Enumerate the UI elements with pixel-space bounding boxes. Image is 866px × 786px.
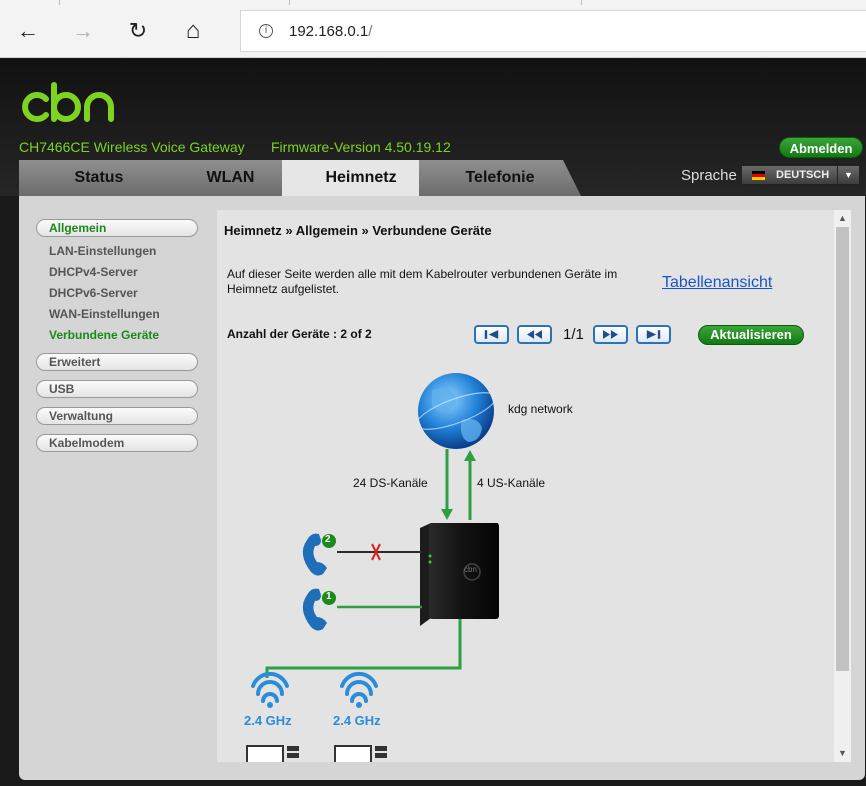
downstream-arrow: [441, 509, 453, 520]
tab-strip: [0, 0, 866, 5]
phone-1-number: 1: [326, 591, 332, 602]
wifi-2-dot: [356, 702, 362, 708]
forward-icon[interactable]: →: [65, 14, 101, 48]
router-header: CH7466CE Wireless Voice Gateway Firmware…: [0, 59, 866, 196]
upstream-arrow: [464, 450, 476, 461]
sidebar-item-wan-einstellungen[interactable]: WAN-Einstellungen: [36, 304, 198, 325]
internet-globe-icon[interactable]: [412, 373, 499, 449]
tab-label: WLAN: [206, 169, 255, 186]
router-device-icon[interactable]: [420, 523, 499, 626]
german-flag-icon: [752, 170, 765, 180]
main-panel: Allgemein LAN-Einstellungen DHCPv4-Serve…: [19, 196, 865, 780]
sidebar-section-kabelmodem[interactable]: Kabelmodem: [36, 434, 198, 452]
content-scrollbar[interactable]: ▲ ▼: [834, 210, 851, 762]
tab-label: Telefonie: [465, 169, 535, 186]
browser-tab[interactable]: [60, 0, 290, 5]
network-label: kdg network: [508, 402, 573, 416]
tab-label: Status: [74, 169, 124, 186]
sidebar-menu: Allgemein LAN-Einstellungen DHCPv4-Serve…: [36, 219, 198, 461]
sidebar-section-allgemein[interactable]: Allgemein: [36, 219, 198, 237]
content-area: Heimnetz » Allgemein » Verbundene Geräte…: [217, 210, 851, 762]
info-icon[interactable]: i: [259, 24, 273, 38]
downstream-channels-label: 24 DS-Kanäle: [353, 476, 428, 490]
scroll-thumb[interactable]: [836, 227, 849, 671]
browser-chrome: ← → ↻ ⌂ i 192.168.0.1/: [0, 0, 866, 58]
sidebar-item-dhcpv4-server[interactable]: DHCPv4-Server: [36, 262, 198, 283]
url-host: 192.168.0.1: [289, 22, 369, 40]
firmware-version: Firmware-Version 4.50.19.12: [271, 139, 451, 155]
language-value: DEUTSCH: [776, 169, 830, 181]
model-name: CH7466CE Wireless Voice Gateway: [19, 139, 245, 155]
cbn-logo: [22, 82, 114, 122]
chevron-down-icon[interactable]: ▼: [837, 166, 859, 184]
scroll-up-icon[interactable]: ▲: [834, 210, 851, 227]
sidebar-section-verwaltung[interactable]: Verwaltung: [36, 407, 198, 425]
language-select[interactable]: DEUTSCH ▼: [741, 165, 860, 185]
wifi-1-dot: [267, 702, 273, 708]
reload-icon[interactable]: ↻: [120, 14, 156, 48]
tab-status[interactable]: Status: [19, 160, 179, 196]
url-text[interactable]: 192.168.0.1/: [289, 23, 372, 40]
upstream-channels-label: 4 US-Kanäle: [477, 476, 546, 490]
router-logo: cbn: [464, 565, 477, 574]
back-icon[interactable]: ←: [10, 14, 46, 48]
home-icon[interactable]: ⌂: [175, 14, 211, 48]
url-path: /: [368, 22, 373, 40]
logout-button[interactable]: Abmelden: [779, 137, 863, 158]
sidebar-item-lan-einstellungen[interactable]: LAN-Einstellungen: [36, 241, 198, 262]
wifi-2-label: 2.4 GHz: [333, 713, 381, 728]
sidebar-submenu: LAN-Einstellungen DHCPv4-Server DHCPv6-S…: [36, 241, 198, 346]
wifi-1-icon[interactable]: [251, 671, 289, 703]
scroll-down-icon[interactable]: ▼: [834, 745, 851, 762]
tab-telefonie[interactable]: Telefonie: [419, 160, 581, 196]
tab-heimnetz[interactable]: Heimnetz: [282, 160, 440, 196]
tab-label: Heimnetz: [325, 169, 397, 186]
sidebar-item-dhcpv6-server[interactable]: DHCPv6-Server: [36, 283, 198, 304]
sidebar-item-verbundene-geraete[interactable]: Verbundene Geräte: [36, 325, 198, 346]
client-device-2-icon[interactable]: [334, 745, 387, 762]
client-device-1-icon[interactable]: [246, 745, 299, 762]
browser-tab[interactable]: [0, 0, 60, 5]
lan-bus-line: [265, 619, 462, 678]
sidebar-section-usb[interactable]: USB: [36, 380, 198, 398]
browser-tab[interactable]: [290, 0, 582, 5]
phone-2-number: 2: [325, 534, 331, 545]
language-label: Sprache: [681, 167, 737, 184]
address-bar[interactable]: i 192.168.0.1/: [240, 10, 866, 52]
wifi-1-label: 2.4 GHz: [244, 713, 292, 728]
sidebar-section-erweitert[interactable]: Erweitert: [36, 353, 198, 371]
wifi-2-icon[interactable]: [340, 671, 378, 703]
